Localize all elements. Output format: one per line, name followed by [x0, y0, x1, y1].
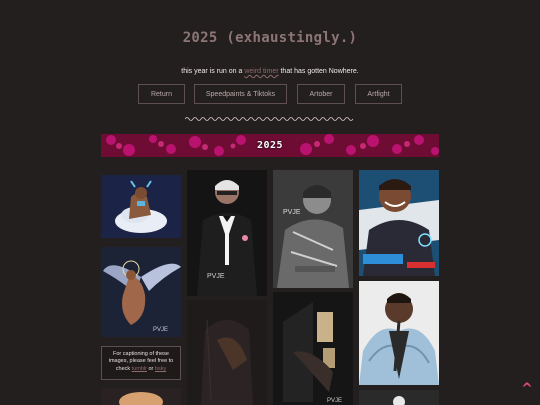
- subtitle-text-after: that has gotten Nowhere.: [278, 68, 359, 75]
- page-title: 2025 (exhaustingly.): [182, 30, 358, 46]
- weird-timer-link[interactable]: weird timer: [244, 68, 278, 75]
- artwork-thumbnail[interactable]: [359, 170, 439, 276]
- artwork-signature: PVJE: [153, 327, 168, 333]
- subtitle-text-before: this year is run on a: [181, 68, 245, 75]
- artwork-image: [187, 300, 267, 405]
- tumblr-link[interactable]: tumblr: [132, 366, 147, 372]
- artwork-thumbnail[interactable]: [101, 175, 181, 238]
- artfight-button[interactable]: Artfight: [355, 84, 402, 104]
- speedpaints-tiktoks-button[interactable]: Speedpaints & Tiktoks: [194, 84, 287, 104]
- artwork-signature: PVJE: [327, 398, 342, 404]
- return-button[interactable]: Return: [138, 84, 185, 104]
- caption-notice: For captioning of these images, please f…: [101, 346, 181, 380]
- artwork-image: [359, 281, 439, 385]
- artwork-signature: PVJE: [283, 209, 301, 216]
- artwork-image: PVJE: [187, 170, 267, 296]
- artwork-thumbnail[interactable]: PVJE: [187, 170, 267, 296]
- artwork-image: [101, 175, 181, 238]
- caption-text-or: or: [146, 365, 155, 372]
- artober-button[interactable]: Artober: [297, 84, 345, 104]
- artwork-thumbnail[interactable]: PVJE: [273, 170, 353, 288]
- artwork-image: PVJE: [273, 292, 353, 405]
- artwork-thumbnail[interactable]: PVJE: [273, 292, 353, 405]
- page-subtitle: this year is run on a weird timer that h…: [0, 68, 540, 75]
- chevron-up-icon[interactable]: ^: [520, 382, 534, 396]
- artwork-image: [359, 170, 439, 276]
- artwork-image: [359, 390, 439, 405]
- wavy-divider: [185, 117, 354, 121]
- artwork-image: PVJE: [101, 247, 181, 337]
- artwork-image: PVJE: [273, 170, 353, 288]
- artwork-thumbnail[interactable]: [187, 300, 267, 405]
- artwork-thumbnail[interactable]: [359, 390, 439, 405]
- bsky-link[interactable]: bsky: [155, 366, 166, 372]
- banner-year-label: 2025: [256, 140, 284, 151]
- year-banner: 2025: [101, 134, 439, 157]
- artwork-thumbnail[interactable]: [359, 281, 439, 385]
- artwork-thumbnail[interactable]: PVJE: [101, 247, 181, 337]
- artwork-thumbnail[interactable]: [101, 388, 181, 405]
- artwork-signature: PVJE: [207, 273, 225, 280]
- artwork-image: [101, 388, 181, 405]
